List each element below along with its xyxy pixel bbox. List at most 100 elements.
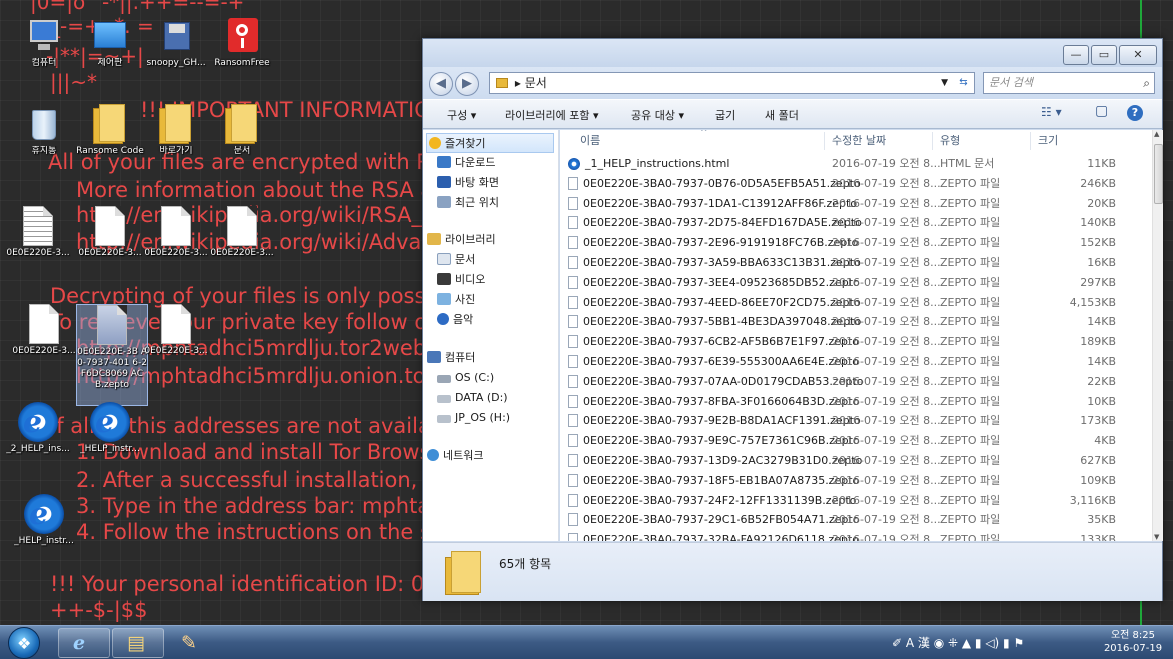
search-icon[interactable]: ⌕ [1143,73,1150,93]
forward-button[interactable]: ▶ [455,72,479,96]
desktop-icon-ransomfree[interactable]: RansomFree [206,16,278,69]
scroll-down-icon[interactable]: ▼ [1154,533,1159,541]
nav-drive-c[interactable]: OS (C:) [437,368,494,388]
nav-documents[interactable]: 문서 [437,250,475,270]
scroll-up-icon[interactable]: ▲ [1154,130,1159,138]
file-row[interactable]: 0E0E220E-3BA0-7937-9E9C-757E7361C96B.zep… [560,431,1152,451]
organize-menu[interactable]: 구성 ▾ [447,107,476,123]
clock-date: 2016-07-19 [1103,643,1163,654]
new-folder-button[interactable]: 새 폴더 [765,107,799,123]
address-bar[interactable]: ▸ 문서 ▼ [489,72,975,94]
file-row[interactable]: 0E0E220E-3BA0-7937-07AA-0D0179CDAB53.zep… [560,372,1152,392]
file-name: 0E0E220E-3BA0-7937-2E96-9191918FC76B.zep… [583,236,859,250]
back-button[interactable]: ◀ [429,72,453,96]
search-input[interactable]: 문서 검색 ⌕ [983,72,1155,94]
file-row[interactable]: 0E0E220E-3BA0-7937-9E2B-B8DA1ACF1391.zep… [560,411,1152,431]
nav-desktop[interactable]: 바탕 화면 [437,173,499,193]
taskbar-explorer-button[interactable]: ▤ [112,628,164,658]
desktop-icon-doc-img[interactable]: 0E0E220E-3... [2,206,74,259]
file-row[interactable]: 0E0E220E-3BA0-7937-6E39-555300AA6E4E.zep… [560,352,1152,372]
burn-button[interactable]: 굽기 [715,107,735,123]
file-row[interactable]: 0E0E220E-3BA0-7937-2E96-9191918FC76B.zep… [560,233,1152,253]
desktop-icon-disk[interactable]: snoopy_GH... [140,16,212,69]
computer-icon [427,351,441,363]
desktop-icon-control[interactable]: 제어판 [74,16,146,69]
desktop-icon-doc[interactable]: 0E0E220E-3... [140,206,212,259]
clock[interactable]: 오전 8:25 2016-07-19 [1100,629,1166,655]
breadcrumb-current[interactable]: 문서 [525,76,547,90]
file-row[interactable]: 0E0E220E-3BA0-7937-29C1-6B52FB054A71.zep… [560,510,1152,530]
nav-videos[interactable]: 비디오 [437,270,485,290]
column-header-size[interactable]: 크기 [1038,130,1058,152]
nav-downloads[interactable]: 다운로드 [437,153,495,173]
desktop-icon-recycle[interactable]: 휴지통 [8,104,80,157]
system-tray[interactable]: ✐ A 漢 ◉ ⁜ ▲ ▮ ◁) ▮ ⚑ [892,634,1024,651]
nav-drive-h[interactable]: JP_OS (H:) [437,408,510,428]
file-row[interactable]: 0E0E220E-3BA0-7937-32BA-FA92126D6118.zep… [560,530,1152,541]
vertical-scrollbar[interactable]: ▲ ▼ [1152,130,1163,541]
file-type: ZEPTO 파일 [940,256,1001,269]
desktop-icon-doc-sel[interactable]: 0E0E220E-3B A0-7937-401 6-2F6DC8069 ACB.… [76,304,148,406]
nav-favorites[interactable]: 즐겨찾기 [426,133,554,153]
desktop-icon-doc[interactable]: 0E0E220E-3... [140,304,212,357]
share-with-menu[interactable]: 공유 대상 ▾ [631,107,684,123]
nav-recent[interactable]: 최근 위치 [437,193,499,213]
file-row[interactable]: _1_HELP_instructions.html 2016-07-19 오전 8… [560,154,1152,174]
file-size: 22KB [1087,374,1116,388]
desktop-icon-label: 제어판 [97,58,123,68]
file-date: 2016-07-19 오전 8... [832,315,941,329]
file-row[interactable]: 0E0E220E-3BA0-7937-4EED-86EE70F2CD75.zep… [560,293,1152,313]
column-header-type[interactable]: 유형 [940,130,960,152]
include-in-library-menu[interactable]: 라이브러리에 포함 ▾ [505,107,598,123]
maximize-button[interactable]: ▭ [1091,45,1117,65]
desktop-icon-ie[interactable]: e _HELP_instr... [8,494,80,547]
desktop-icon-folder[interactable]: Ransome Code [74,104,146,157]
ransom-note-line: More information about the RSA and A [76,178,481,202]
preview-pane-icon[interactable]: ▢ [1095,103,1108,121]
scroll-thumb[interactable] [1154,144,1163,204]
desktop-icon-computer[interactable]: 컴퓨터 [8,16,80,69]
file-row[interactable]: 0E0E220E-3BA0-7937-3A59-BBA633C13B31.zep… [560,253,1152,273]
refresh-icon[interactable]: ⇆ [953,72,975,94]
desktop-icon-doc[interactable]: 0E0E220E-3... [74,206,146,259]
file-row[interactable]: 0E0E220E-3BA0-7937-1DA1-C13912AFF86F.zep… [560,194,1152,214]
nav-music[interactable]: 음악 [437,310,473,330]
desktop-icon-doc[interactable]: 0E0E220E-3... [206,206,278,259]
file-row[interactable]: 0E0E220E-3BA0-7937-13D9-2AC3279B31D0.zep… [560,451,1152,471]
chevron-down-icon[interactable]: ▼ [941,73,948,93]
desktop-icon-folder[interactable]: 바로가기 [140,104,212,157]
view-options-icon[interactable]: ☷ ▾ [1041,105,1062,123]
file-row[interactable]: 0E0E220E-3BA0-7937-5BB1-4BE3DA397048.zep… [560,312,1152,332]
desktop-icon-ie[interactable]: e _HELP_instr... [74,402,146,455]
start-button[interactable]: ❖ [8,627,40,659]
column-separator[interactable] [1030,132,1031,150]
file-size: 189KB [1080,335,1116,349]
column-separator[interactable] [824,132,825,150]
file-row[interactable]: 0E0E220E-3BA0-7937-2D75-84EFD167DA5E.zep… [560,213,1152,233]
desktop-icon-ie[interactable]: e _2_HELP_ins... [2,402,74,455]
taskbar-ie-button[interactable]: e [58,628,110,658]
desktop-icon-doc[interactable]: 0E0E220E-3... [8,304,80,357]
file-row[interactable]: 0E0E220E-3BA0-7937-0B76-0D5A5EFB5A51.zep… [560,174,1152,194]
file-row[interactable]: 0E0E220E-3BA0-7937-24F2-12FF1331139B.zep… [560,491,1152,511]
close-button[interactable]: ✕ [1119,45,1157,65]
file-size: 10KB [1087,394,1116,408]
desktop-icon-folder[interactable]: 문서 [206,104,278,157]
file-row[interactable]: 0E0E220E-3BA0-7937-18F5-EB1BA07A8735.zep… [560,471,1152,491]
minimize-button[interactable]: — [1063,45,1089,65]
explorer-window[interactable]: — ▭ ✕ ◀ ▶ ▸ 문서 ▼ ⇆ 문서 검색 ⌕ 구성 ▾ 라이브러리에 포… [422,38,1163,601]
nav-pictures[interactable]: 사진 [437,290,475,310]
nav-libraries[interactable]: 라이브러리 [427,230,496,250]
help-icon[interactable]: ? [1127,105,1143,121]
column-separator[interactable] [932,132,933,150]
taskbar-paint-button[interactable]: ✎ [166,628,218,658]
window-titlebar[interactable]: — ▭ ✕ [423,39,1162,67]
file-row[interactable]: 0E0E220E-3BA0-7937-3EE4-09523685DB52.zep… [560,273,1152,293]
file-row[interactable]: 0E0E220E-3BA0-7937-6CB2-AF5B6B7E1F97.zep… [560,332,1152,352]
file-row[interactable]: 0E0E220E-3BA0-7937-8FBA-3F0166064B3D.zep… [560,392,1152,412]
nav-drive-d[interactable]: DATA (D:) [437,388,508,408]
nav-network[interactable]: 네트워크 [427,446,483,466]
nav-computer[interactable]: 컴퓨터 [427,348,475,368]
column-header-name[interactable]: 이름 [580,130,600,152]
column-header-date[interactable]: 수정한 날짜 [832,130,886,152]
